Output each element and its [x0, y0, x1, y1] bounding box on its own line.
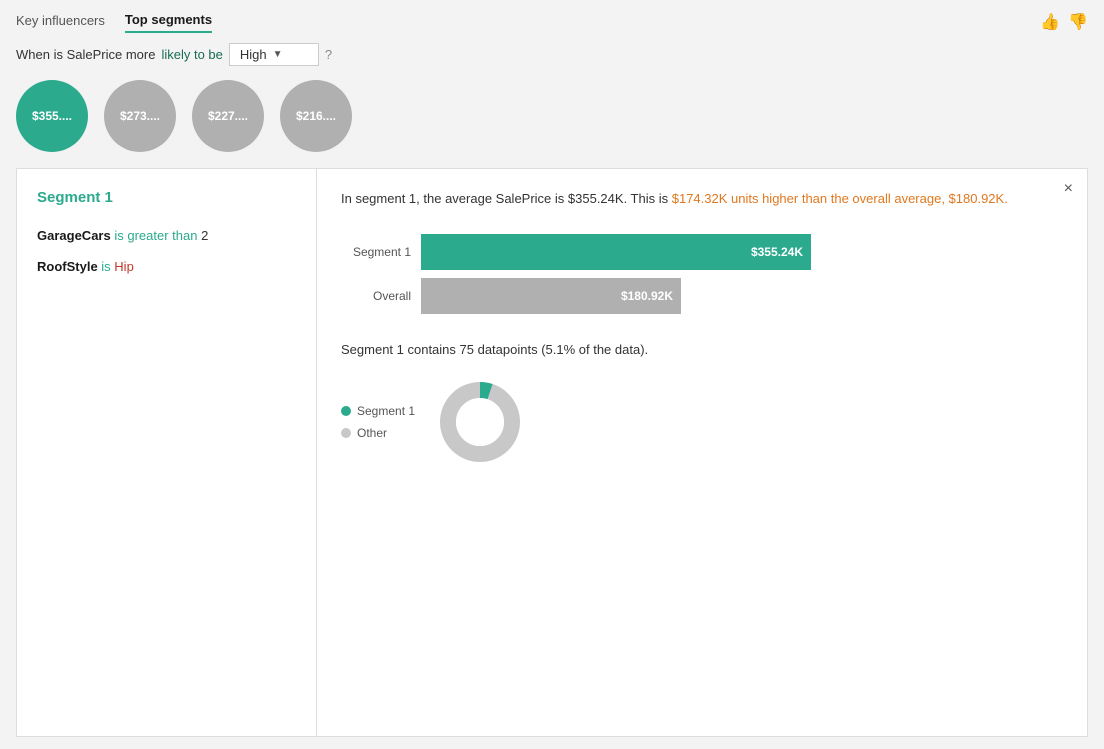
bar-fill-segment: $355.24K — [421, 234, 811, 270]
bar-row-overall: Overall $180.92K — [341, 278, 1063, 314]
left-panel: Segment 1 GarageCars is greater than 2 R… — [17, 169, 317, 736]
description-text: In segment 1, the average SalePrice is $… — [341, 189, 1021, 210]
legend-dot-other — [341, 428, 351, 438]
tabs-bar: Key influencers Top segments 👍 👎 — [16, 12, 1088, 33]
segment-bubbles: $355.... $273.... $227.... $216.... — [16, 80, 1088, 152]
legend-label-other: Other — [357, 426, 387, 440]
rule-2: RoofStyle is Hip — [37, 257, 296, 278]
segment-title: Segment 1 — [37, 189, 296, 206]
close-button[interactable]: × — [1064, 181, 1073, 197]
query-prefix: When is SalePrice more — [16, 47, 155, 62]
bubble-4[interactable]: $216.... — [280, 80, 352, 152]
bubble-1[interactable]: $355.... — [16, 80, 88, 152]
rule-1-value: 2 — [201, 228, 208, 243]
donut-svg — [435, 377, 525, 467]
bar-row-segment: Segment 1 $355.24K — [341, 234, 1063, 270]
chevron-down-icon: ▼ — [273, 49, 283, 60]
rule-2-value: Hip — [114, 259, 134, 274]
datapoints-text: Segment 1 contains 75 datapoints (5.1% o… — [341, 342, 1063, 357]
feedback-icons: 👍 👎 — [1040, 12, 1088, 32]
help-icon[interactable]: ? — [325, 47, 332, 62]
bar-chart: Segment 1 $355.24K Overall $180.92K — [341, 234, 1063, 314]
legend: Segment 1 Other — [341, 404, 415, 440]
tab-key-influencers[interactable]: Key influencers — [16, 13, 105, 32]
thumbs-up-icon[interactable]: 👍 — [1040, 12, 1060, 32]
rule-1-field: GarageCars — [37, 228, 111, 243]
bubble-2[interactable]: $273.... — [104, 80, 176, 152]
bar-fill-overall: $180.92K — [421, 278, 681, 314]
tab-top-segments[interactable]: Top segments — [125, 12, 212, 33]
main-panel: Segment 1 GarageCars is greater than 2 R… — [16, 168, 1088, 737]
description-highlight: $174.32K units higher than the overall a… — [672, 191, 1008, 206]
right-panel: × In segment 1, the average SalePrice is… — [317, 169, 1087, 736]
dropdown-value[interactable]: High ▼ — [229, 43, 319, 66]
bar-label-overall: Overall — [341, 289, 421, 303]
query-highlight: likely to be — [161, 47, 222, 62]
rule-1: GarageCars is greater than 2 — [37, 226, 296, 247]
rule-2-field: RoofStyle — [37, 259, 98, 274]
bar-value-overall: $180.92K — [621, 289, 673, 303]
bar-track-overall: $180.92K — [421, 278, 681, 314]
bar-label-segment: Segment 1 — [341, 245, 421, 259]
legend-item-segment: Segment 1 — [341, 404, 415, 418]
donut-chart — [435, 377, 525, 467]
main-container: Key influencers Top segments 👍 👎 When is… — [0, 0, 1104, 749]
rule-2-operator: is — [101, 259, 114, 274]
legend-item-other: Other — [341, 426, 415, 440]
query-bar: When is SalePrice more likely to be High… — [16, 43, 1088, 66]
chart-section: Segment 1 Other — [341, 377, 1063, 467]
bar-value-segment: $355.24K — [751, 245, 803, 259]
legend-label-segment: Segment 1 — [357, 404, 415, 418]
legend-dot-segment — [341, 406, 351, 416]
bar-track-segment: $355.24K — [421, 234, 811, 270]
thumbs-down-icon[interactable]: 👎 — [1068, 12, 1088, 32]
rule-1-operator: is greater than — [114, 228, 201, 243]
bubble-3[interactable]: $227.... — [192, 80, 264, 152]
description-normal: In segment 1, the average SalePrice is $… — [341, 191, 672, 206]
